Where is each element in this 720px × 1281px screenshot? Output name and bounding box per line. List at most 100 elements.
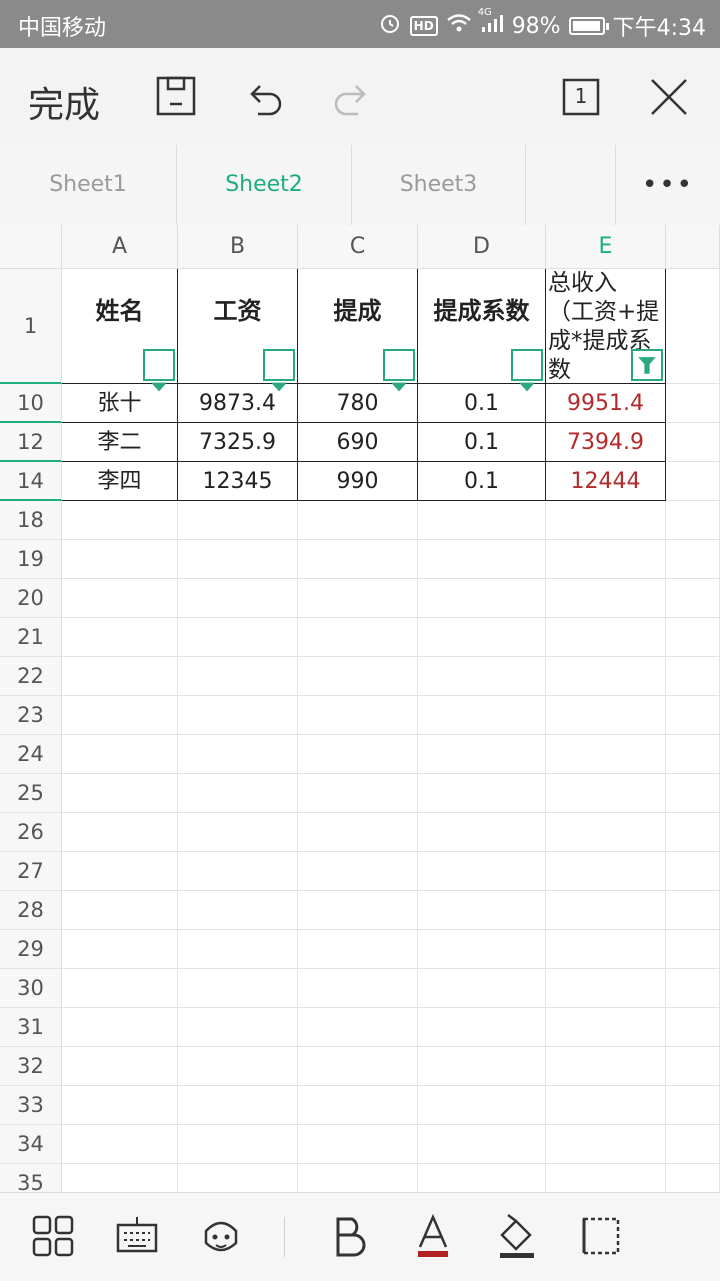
data-cell[interactable]: 李二 [62,423,178,462]
data-cell[interactable]: 7325.9 [178,423,298,462]
grid-cell[interactable] [62,501,178,540]
grid-corner[interactable] [0,225,62,269]
grid-cell[interactable] [62,1125,178,1164]
grid-cell[interactable] [666,930,720,969]
grid-cell[interactable] [418,501,546,540]
grid-cell[interactable] [666,540,720,579]
grid-cell[interactable] [546,696,666,735]
grid-cell[interactable] [178,1047,298,1086]
filter-dropdown-icon[interactable] [511,349,543,392]
row-header[interactable]: 31 [0,1008,62,1047]
result-cell[interactable]: 9951.4 [546,384,666,423]
column-header-e[interactable]: E [546,225,666,269]
grid-cell[interactable] [418,657,546,696]
grid-cell[interactable] [62,696,178,735]
grid-cell[interactable] [298,969,418,1008]
bold-icon[interactable] [326,1213,372,1259]
header-cell[interactable]: 总收入（工资+提成*提成系数 [546,269,666,384]
grid-cell[interactable] [546,735,666,774]
grid-cell[interactable] [62,735,178,774]
grid-cell[interactable] [546,852,666,891]
grid-cell[interactable] [666,852,720,891]
undo-icon[interactable] [240,72,290,122]
header-cell[interactable]: 工资 [178,269,298,392]
grid-cell[interactable] [62,618,178,657]
grid-cell[interactable] [546,969,666,1008]
row-header[interactable]: 14 [0,462,62,501]
grid-cell[interactable] [546,1125,666,1164]
save-icon[interactable] [152,72,202,122]
grid-cell[interactable] [418,735,546,774]
grid-cell[interactable] [666,774,720,813]
grid-cell[interactable] [546,930,666,969]
data-cell[interactable]: 990 [298,462,418,501]
grid-cell[interactable] [546,813,666,852]
row-header[interactable]: 24 [0,735,62,774]
row-header[interactable]: 27 [0,852,62,891]
keyboard-icon[interactable] [114,1213,160,1259]
grid-cell[interactable] [418,1008,546,1047]
grid-cell[interactable] [666,1164,720,1192]
grid-cell[interactable] [418,579,546,618]
grid-cell[interactable] [62,579,178,618]
row-header[interactable]: 22 [0,657,62,696]
grid-cell[interactable] [178,657,298,696]
grid-cell[interactable] [418,852,546,891]
grid-cell[interactable] [178,969,298,1008]
row-header[interactable]: 28 [0,891,62,930]
grid-cell[interactable] [298,813,418,852]
row-header[interactable]: 10 [0,384,62,423]
grid-cell[interactable] [298,696,418,735]
grid-cell[interactable] [62,1164,178,1192]
more-tabs-button[interactable]: ••• [616,145,720,225]
row-header[interactable]: 26 [0,813,62,852]
grid-cell[interactable] [418,1086,546,1125]
grid-cell[interactable] [418,540,546,579]
grid-cell[interactable] [62,774,178,813]
row-header[interactable]: 20 [0,579,62,618]
grid-cell[interactable] [298,579,418,618]
data-cell[interactable]: 9873.4 [178,384,298,423]
grid-cell[interactable] [418,1125,546,1164]
grid-cell[interactable] [62,1047,178,1086]
grid-cell[interactable] [546,1164,666,1192]
grid-cell[interactable] [298,1047,418,1086]
grid-cell[interactable] [418,696,546,735]
grid-cell[interactable] [666,696,720,735]
result-cell[interactable]: 7394.9 [546,423,666,462]
grid-cell[interactable] [666,579,720,618]
grid-cell[interactable] [62,969,178,1008]
column-header-c[interactable]: C [298,225,418,269]
row-header[interactable]: 29 [0,930,62,969]
grid-cell[interactable] [546,657,666,696]
column-header-d[interactable]: D [418,225,546,269]
grid-cell[interactable] [546,501,666,540]
grid-cell[interactable] [178,501,298,540]
data-cell[interactable]: 李四 [62,462,178,501]
grid-cell[interactable] [666,813,720,852]
grid-cell[interactable] [418,774,546,813]
grid-cell[interactable] [178,618,298,657]
column-header-f[interactable] [666,225,720,269]
data-cell[interactable]: 0.1 [418,423,546,462]
grid-cell[interactable] [298,1008,418,1047]
redo-icon[interactable] [326,72,376,122]
grid-cell[interactable] [666,618,720,657]
grid-cell[interactable] [178,696,298,735]
grid-cell[interactable] [418,1164,546,1192]
border-icon[interactable] [578,1213,624,1259]
grid-cell[interactable] [418,1047,546,1086]
grid-cell[interactable] [178,540,298,579]
row-header[interactable]: 1 [0,269,62,384]
grid-cell[interactable] [546,618,666,657]
grid-cell[interactable] [298,891,418,930]
grid-cell[interactable] [298,1164,418,1192]
grid-cell[interactable] [298,540,418,579]
data-cell[interactable]: 张十 [62,384,178,423]
grid-cell[interactable] [298,1125,418,1164]
header-cell[interactable]: 提成系数 [418,269,546,392]
fill-color-icon[interactable] [494,1213,540,1259]
grid-cell[interactable] [666,969,720,1008]
filter-active-icon[interactable] [631,349,663,381]
grid-cell[interactable] [178,735,298,774]
